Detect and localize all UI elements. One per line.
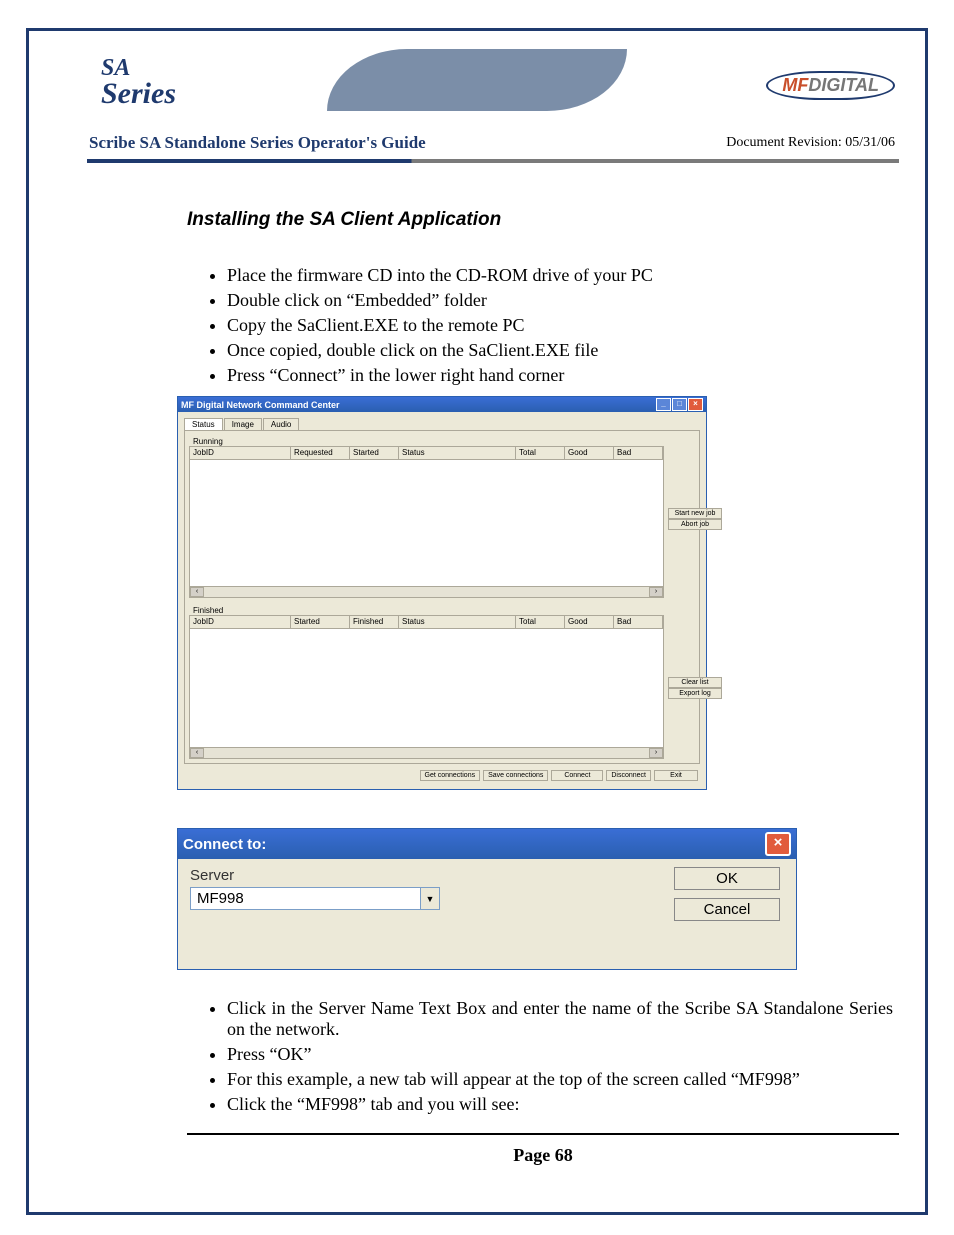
col-total[interactable]: Total xyxy=(516,447,565,459)
maximize-icon[interactable]: □ xyxy=(672,398,687,411)
server-combobox[interactable]: MF998 ▼ xyxy=(190,887,440,910)
disconnect-button[interactable]: Disconnect xyxy=(606,770,651,781)
close-icon[interactable]: × xyxy=(688,398,703,411)
running-grid: JobID Requested Started Status Total Goo… xyxy=(189,446,664,598)
bullet-item: For this example, a new tab will appear … xyxy=(227,1069,899,1090)
running-grid-body[interactable] xyxy=(189,460,664,587)
get-connections-button[interactable]: Get connections xyxy=(420,770,481,781)
window-titlebar[interactable]: MF Digital Network Command Center _ □ × xyxy=(178,397,706,412)
instructions-bottom: Click in the Server Name Text Box and en… xyxy=(227,998,899,1115)
sa-series-logo: SA Series xyxy=(101,55,176,107)
document-revision: Document Revision: 05/31/06 xyxy=(726,135,895,151)
logo-mf: MF xyxy=(782,75,808,95)
server-value[interactable]: MF998 xyxy=(191,888,420,909)
tab-image[interactable]: Image xyxy=(224,418,262,430)
export-log-button[interactable]: Export log xyxy=(668,688,722,699)
col-jobid[interactable]: JobID xyxy=(190,616,291,628)
command-center-window: MF Digital Network Command Center _ □ × … xyxy=(177,396,707,790)
bullet-item: Place the firmware CD into the CD-ROM dr… xyxy=(227,265,899,286)
finished-group-label: Finished xyxy=(193,606,664,615)
connect-dialog: Connect to: × Server MF998 ▼ OK Cancel xyxy=(177,828,797,970)
tab-audio[interactable]: Audio xyxy=(263,418,299,430)
finished-grid-body[interactable] xyxy=(189,629,664,748)
col-started[interactable]: Started xyxy=(291,616,350,628)
window-title: MF Digital Network Command Center xyxy=(181,400,340,410)
instructions-top: Place the firmware CD into the CD-ROM dr… xyxy=(227,265,899,386)
col-good[interactable]: Good xyxy=(565,616,614,628)
guide-title: Scribe SA Standalone Series Operator's G… xyxy=(89,133,426,153)
col-status[interactable]: Status xyxy=(399,447,516,459)
page-number: Page 68 xyxy=(187,1145,899,1166)
save-connections-button[interactable]: Save connections xyxy=(483,770,548,781)
running-header: JobID Requested Started Status Total Goo… xyxy=(189,446,664,460)
server-label: Server xyxy=(190,867,440,884)
col-requested[interactable]: Requested xyxy=(291,447,350,459)
finished-hscrollbar[interactable]: ‹› xyxy=(189,748,664,759)
connect-button[interactable]: Connect xyxy=(551,770,603,781)
close-icon[interactable]: × xyxy=(765,832,791,856)
header-swoosh xyxy=(327,49,627,111)
dialog-title: Connect to: xyxy=(183,836,266,853)
bullet-item: Press “OK” xyxy=(227,1044,899,1065)
logo-series: Series xyxy=(101,77,176,110)
col-good[interactable]: Good xyxy=(565,447,614,459)
bullet-item: Press “Connect” in the lower right hand … xyxy=(227,365,899,386)
running-hscrollbar[interactable]: ‹› xyxy=(189,587,664,598)
running-group-label: Running xyxy=(193,437,664,446)
footer-rule xyxy=(187,1133,899,1135)
col-finished[interactable]: Finished xyxy=(350,616,399,628)
main-tabs: Status Image Audio xyxy=(184,418,700,431)
bullet-item: Click the “MF998” tab and you will see: xyxy=(227,1094,899,1115)
bullet-item: Click in the Server Name Text Box and en… xyxy=(227,998,899,1040)
logo-digital: DIGITAL xyxy=(808,75,879,95)
bottom-button-bar: Get connections Save connections Connect… xyxy=(184,764,700,783)
section-heading: Installing the SA Client Application xyxy=(187,209,899,231)
bullet-item: Copy the SaClient.EXE to the remote PC xyxy=(227,315,899,336)
ok-button[interactable]: OK xyxy=(674,867,780,890)
clear-list-button[interactable]: Clear list xyxy=(668,677,722,688)
col-bad[interactable]: Bad xyxy=(614,616,663,628)
abort-job-button[interactable]: Abort job xyxy=(668,519,722,530)
col-status[interactable]: Status xyxy=(399,616,516,628)
col-bad[interactable]: Bad xyxy=(614,447,663,459)
col-started[interactable]: Started xyxy=(350,447,399,459)
finished-grid: JobID Started Finished Status Total Good… xyxy=(189,615,664,759)
col-jobid[interactable]: JobID xyxy=(190,447,291,459)
col-total[interactable]: Total xyxy=(516,616,565,628)
finished-header: JobID Started Finished Status Total Good… xyxy=(189,615,664,629)
minimize-icon[interactable]: _ xyxy=(656,398,671,411)
cancel-button[interactable]: Cancel xyxy=(674,898,780,921)
bullet-item: Once copied, double click on the SaClien… xyxy=(227,340,899,361)
start-new-job-button[interactable]: Start new job xyxy=(668,508,722,519)
exit-button[interactable]: Exit xyxy=(654,770,698,781)
mf-digital-logo: MFDIGITAL xyxy=(766,71,895,100)
chevron-down-icon[interactable]: ▼ xyxy=(420,888,439,909)
bullet-item: Double click on “Embedded” folder xyxy=(227,290,899,311)
tab-status[interactable]: Status xyxy=(184,418,223,430)
dialog-titlebar[interactable]: Connect to: × xyxy=(178,829,796,859)
page-header: SA Series MFDIGITAL Scribe SA Standalone… xyxy=(87,49,899,163)
